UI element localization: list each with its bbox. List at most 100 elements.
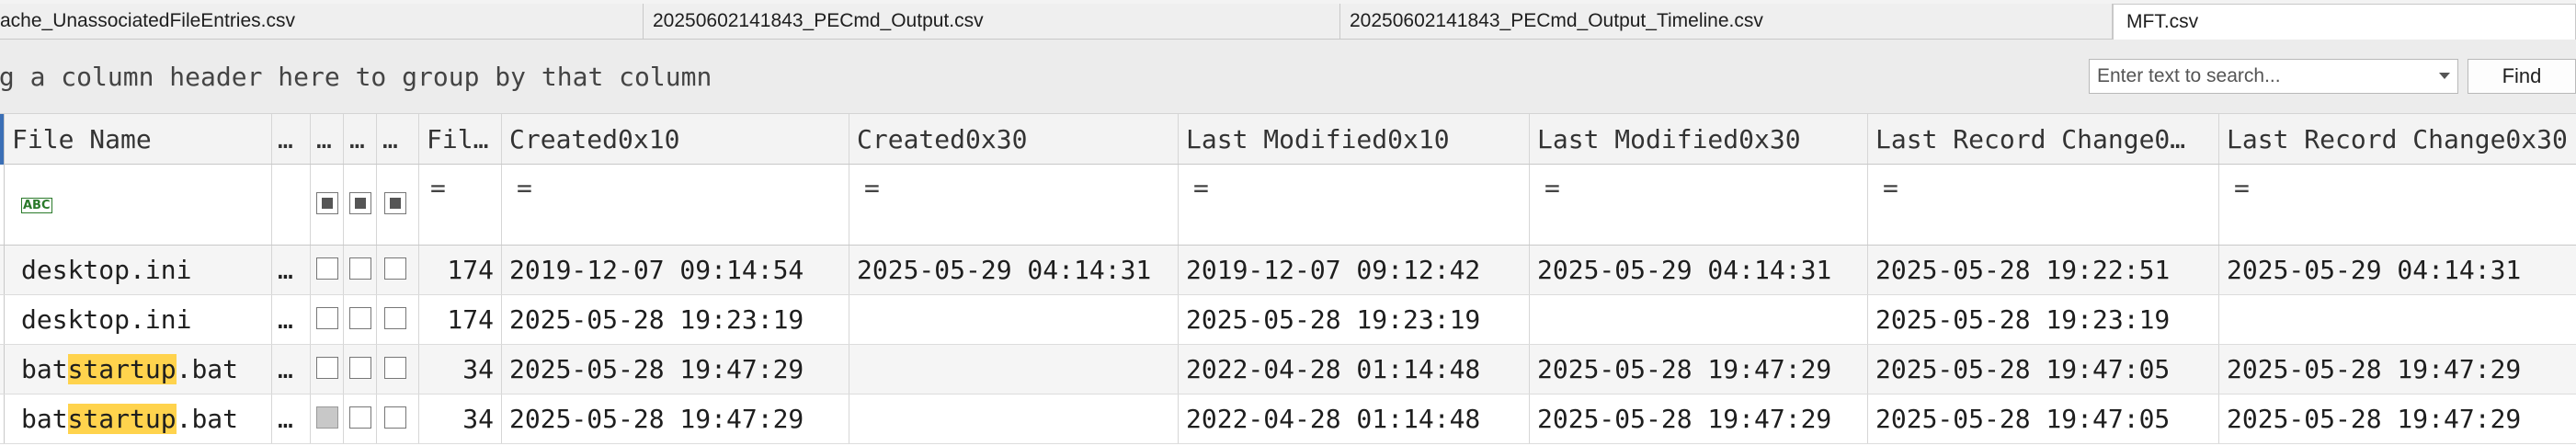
cell-file-size[interactable]: 34: [419, 395, 502, 443]
cell-last-modified-0x30[interactable]: [1530, 295, 1868, 344]
filter-last-modified-0x10[interactable]: =: [1179, 165, 1530, 245]
table-row[interactable]: desktop.ini … 174 2019-12-07 09:14:54 20…: [0, 246, 2576, 295]
col-header-collapsed-1[interactable]: …: [272, 114, 311, 164]
col-header-file-name[interactable]: File Name: [4, 114, 272, 164]
checkbox[interactable]: [316, 357, 338, 379]
tab-unassociated-file-entries[interactable]: ache_UnassociatedFileEntries.csv: [0, 4, 644, 39]
cell-checkbox[interactable]: [311, 345, 344, 394]
cell-file-size[interactable]: 174: [419, 246, 502, 294]
cell-checkbox[interactable]: [311, 395, 344, 443]
cell-file-size[interactable]: 174: [419, 295, 502, 344]
filter-last-modified-0x30[interactable]: =: [1530, 165, 1868, 245]
col-header-created-0x30[interactable]: Created0x30: [849, 114, 1179, 164]
checkbox-filter-icon[interactable]: [349, 192, 371, 214]
checkbox[interactable]: [384, 406, 406, 429]
checkbox[interactable]: [384, 307, 406, 329]
cell-last-record-change-0x30[interactable]: 2025-05-29 04:14:31: [2219, 246, 2576, 294]
cell-collapsed[interactable]: …: [272, 345, 311, 394]
checkbox-filter-icon[interactable]: [316, 192, 338, 214]
tab-pecmd-output[interactable]: 20250602141843_PECmd_Output.csv: [644, 4, 1340, 39]
cell-last-record-change-0x10[interactable]: 2025-05-28 19:23:19: [1868, 295, 2219, 344]
cell-checkbox[interactable]: [344, 345, 377, 394]
checkbox[interactable]: [349, 357, 371, 379]
tab-pecmd-output-timeline[interactable]: 20250602141843_PECmd_Output_Timeline.csv: [1340, 4, 2113, 39]
filter-file-name[interactable]: ABC: [4, 165, 272, 245]
filter-collapsed-3[interactable]: [344, 165, 377, 245]
col-header-last-record-change-0x30[interactable]: Last Record Change0x30: [2219, 114, 2576, 164]
table-row[interactable]: desktop.ini … 174 2025-05-28 19:23:19 20…: [0, 295, 2576, 345]
cell-file-name[interactable]: batstartup.bat: [4, 345, 272, 394]
cell-last-modified-0x10[interactable]: 2022-04-28 01:14:48: [1179, 395, 1530, 443]
cell-last-record-change-0x10[interactable]: 2025-05-28 19:22:51: [1868, 246, 2219, 294]
col-header-last-record-change-0x10[interactable]: Last Record Change0…: [1868, 114, 2219, 164]
cell-last-record-change-0x10[interactable]: 2025-05-28 19:47:05: [1868, 395, 2219, 443]
cell-created-0x10[interactable]: 2019-12-07 09:14:54: [502, 246, 849, 294]
tab-mft[interactable]: MFT.csv: [2113, 4, 2576, 40]
cell-last-record-change-0x30[interactable]: 2025-05-28 19:47:29: [2219, 345, 2576, 394]
cell-checkbox[interactable]: [311, 246, 344, 294]
col-header-collapsed-3[interactable]: …: [344, 114, 377, 164]
cell-last-modified-0x10[interactable]: 2025-05-28 19:23:19: [1179, 295, 1530, 344]
checkbox[interactable]: [349, 257, 371, 280]
cell-checkbox[interactable]: [311, 295, 344, 344]
chevron-down-icon[interactable]: [2439, 73, 2450, 79]
cell-created-0x10[interactable]: 2025-05-28 19:47:29: [502, 395, 849, 443]
cell-last-modified-0x30[interactable]: 2025-05-28 19:47:29: [1530, 345, 1868, 394]
cell-file-name[interactable]: desktop.ini: [4, 246, 272, 294]
table-row[interactable]: batstartup.bat … 34 2025-05-28 19:47:29 …: [0, 395, 2576, 444]
checkbox[interactable]: [349, 406, 371, 429]
checkbox[interactable]: [316, 257, 338, 280]
cell-checkbox[interactable]: [377, 345, 419, 394]
cell-checkbox[interactable]: [377, 395, 419, 443]
checkbox[interactable]: [384, 257, 406, 280]
filter-collapsed-4[interactable]: [377, 165, 419, 245]
filter-collapsed-1[interactable]: [272, 165, 311, 245]
cell-created-0x30[interactable]: [849, 295, 1179, 344]
filter-created-0x30[interactable]: =: [849, 165, 1179, 245]
filter-last-record-change-0x30[interactable]: =: [2219, 165, 2576, 245]
cell-collapsed[interactable]: …: [272, 246, 311, 294]
cell-checkbox[interactable]: [344, 295, 377, 344]
cell-last-modified-0x30[interactable]: 2025-05-28 19:47:29: [1530, 395, 1868, 443]
cell-checkbox[interactable]: [344, 246, 377, 294]
cell-checkbox[interactable]: [377, 295, 419, 344]
cell-created-0x30[interactable]: 2025-05-29 04:14:31: [849, 246, 1179, 294]
filter-file-size[interactable]: =: [419, 165, 502, 245]
cell-file-name[interactable]: desktop.ini: [4, 295, 272, 344]
filter-last-record-change-0x10[interactable]: =: [1868, 165, 2219, 245]
cell-collapsed[interactable]: …: [272, 395, 311, 443]
filter-collapsed-2[interactable]: [311, 165, 344, 245]
find-button[interactable]: Find: [2468, 59, 2576, 94]
cell-last-record-change-0x30[interactable]: [2219, 295, 2576, 344]
cell-last-modified-0x30[interactable]: 2025-05-29 04:14:31: [1530, 246, 1868, 294]
checkbox[interactable]: [384, 357, 406, 379]
checkbox[interactable]: [316, 406, 338, 429]
cell-created-0x10[interactable]: 2025-05-28 19:23:19: [502, 295, 849, 344]
search-input[interactable]: [2090, 60, 2421, 93]
col-header-collapsed-4[interactable]: …: [377, 114, 419, 164]
col-header-created-0x10[interactable]: Created0x10: [502, 114, 849, 164]
checkbox[interactable]: [349, 307, 371, 329]
cell-last-record-change-0x10[interactable]: 2025-05-28 19:47:05: [1868, 345, 2219, 394]
cell-checkbox[interactable]: [344, 395, 377, 443]
cell-file-name[interactable]: batstartup.bat: [4, 395, 272, 443]
table-row[interactable]: batstartup.bat … 34 2025-05-28 19:47:29 …: [0, 345, 2576, 395]
cell-checkbox[interactable]: [377, 246, 419, 294]
text-filter-icon: ABC: [21, 198, 52, 213]
col-header-collapsed-2[interactable]: …: [311, 114, 344, 164]
checkbox-filter-icon[interactable]: [384, 192, 406, 214]
col-header-last-modified-0x10[interactable]: Last Modified0x10: [1179, 114, 1530, 164]
cell-collapsed[interactable]: …: [272, 295, 311, 344]
cell-created-0x30[interactable]: [849, 345, 1179, 394]
col-header-last-modified-0x30[interactable]: Last Modified0x30: [1530, 114, 1868, 164]
cell-last-record-change-0x30[interactable]: 2025-05-28 19:47:29: [2219, 395, 2576, 443]
cell-created-0x30[interactable]: [849, 395, 1179, 443]
col-header-file-size[interactable]: Fil…: [419, 114, 502, 164]
cell-file-size[interactable]: 34: [419, 345, 502, 394]
cell-last-modified-0x10[interactable]: 2019-12-07 09:12:42: [1179, 246, 1530, 294]
checkbox[interactable]: [316, 307, 338, 329]
filter-created-0x10[interactable]: =: [502, 165, 849, 245]
search-box[interactable]: [2089, 59, 2458, 94]
cell-created-0x10[interactable]: 2025-05-28 19:47:29: [502, 345, 849, 394]
cell-last-modified-0x10[interactable]: 2022-04-28 01:14:48: [1179, 345, 1530, 394]
